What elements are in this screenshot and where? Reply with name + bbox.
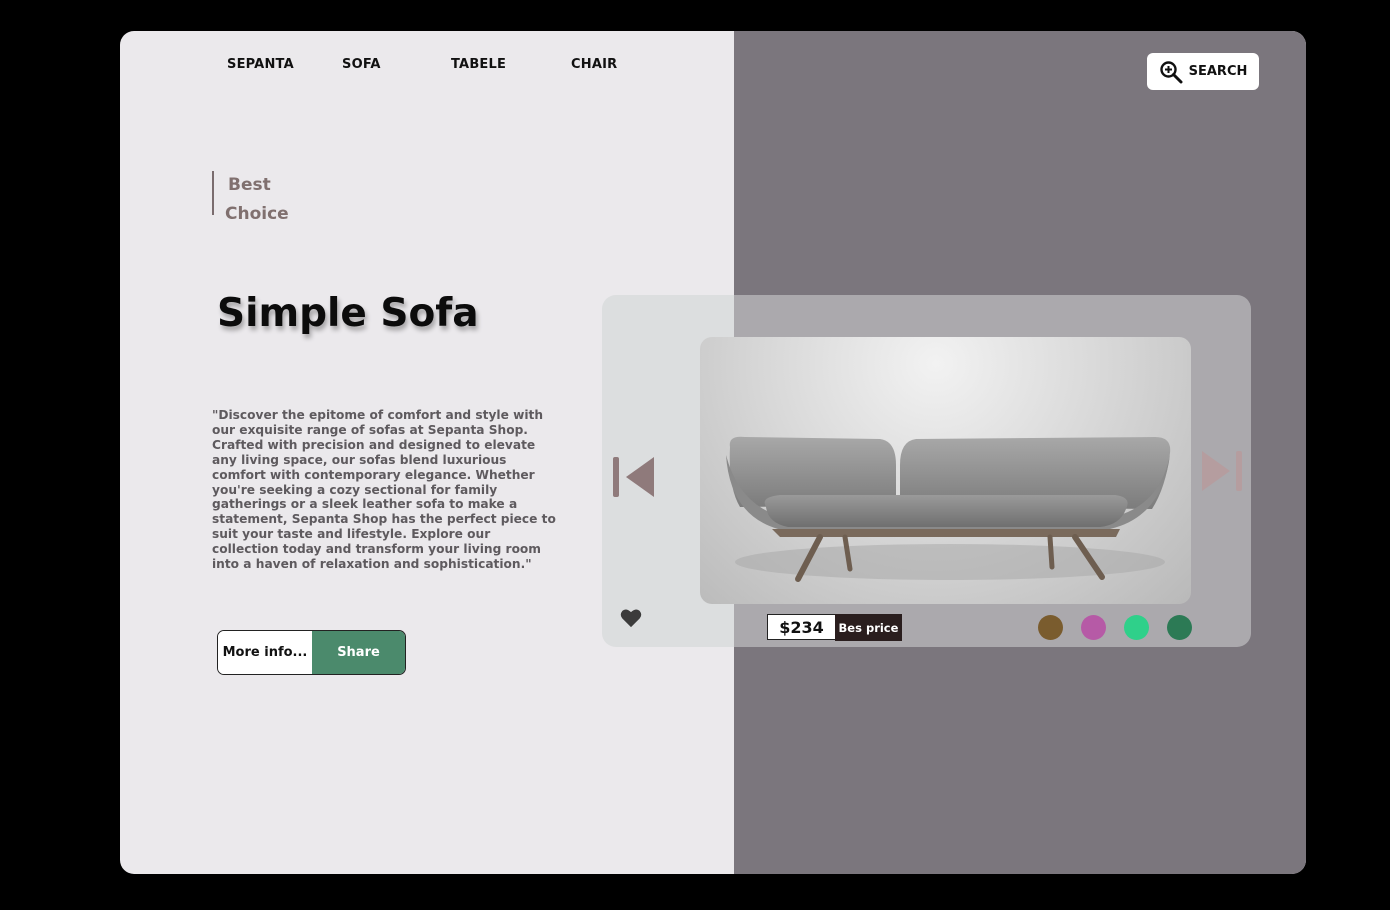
best-choice-badge: Best Choice <box>212 171 289 224</box>
previous-icon[interactable] <box>612 455 656 499</box>
badge-line-2: Choice <box>225 204 289 224</box>
nav-item-sofa[interactable]: SOFA <box>342 57 381 72</box>
product-description: "Discover the epitome of comfort and sty… <box>212 408 556 572</box>
page-title: Simple Sofa <box>217 291 479 336</box>
sofa-illustration <box>726 436 1171 582</box>
share-button[interactable]: Share <box>312 631 405 674</box>
more-info-button[interactable]: More info... <box>218 631 312 674</box>
nav-item-tabele[interactable]: TABELE <box>451 57 506 72</box>
price-tag: Bes price <box>835 614 902 641</box>
product-card: $234 Bes price <box>602 295 1251 647</box>
search-button[interactable]: SEARCH <box>1147 53 1259 90</box>
nav-item-chair[interactable]: CHAIR <box>571 57 617 72</box>
next-icon[interactable] <box>1200 449 1244 493</box>
color-swatch-pink[interactable] <box>1081 615 1106 640</box>
search-label: SEARCH <box>1188 64 1248 79</box>
sofa-photo <box>700 337 1191 604</box>
price-value: $234 <box>767 614 836 640</box>
color-swatch-green[interactable] <box>1167 615 1192 640</box>
color-swatch-mint[interactable] <box>1124 615 1149 640</box>
heart-icon[interactable] <box>620 608 642 628</box>
search-plus-icon <box>1159 60 1183 83</box>
badge-line-1: Best <box>228 175 271 195</box>
action-button-group: More info... Share <box>217 630 406 675</box>
color-swatch-brown[interactable] <box>1038 615 1063 640</box>
app-frame: SEPANTA SOFA TABELE CHAIR SEARCH Best Ch… <box>120 31 1306 874</box>
nav-item-sepanta[interactable]: SEPANTA <box>227 57 294 72</box>
